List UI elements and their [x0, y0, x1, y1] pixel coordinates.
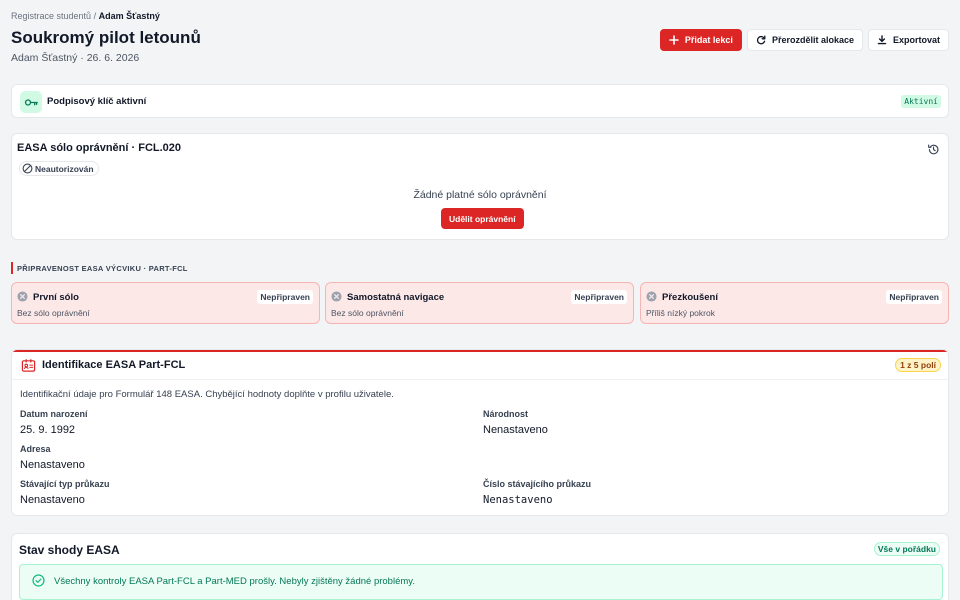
- identification-description: Identifikační údaje pro Formulář 148 EAS…: [20, 389, 394, 400]
- check-circle-icon: [32, 574, 45, 587]
- identification-header: Identifikace EASA Part-FCL 1 z 5 polí: [12, 352, 948, 380]
- fields-count-badge: 1 z 5 polí: [895, 358, 941, 372]
- download-icon: [877, 35, 887, 45]
- address-label: Adresa: [20, 444, 51, 454]
- page-title: Soukromý pilot letounů: [11, 28, 201, 47]
- page-subtitle: Adam Šťastný · 26. 6. 2026: [11, 52, 140, 64]
- readiness-card-first-solo: První sólo Nepřipraven Bez sólo oprávněn…: [11, 282, 320, 324]
- readiness-badge: Nepřipraven: [571, 290, 627, 304]
- license-number-value: Nenastaveno: [483, 494, 553, 506]
- header-actions: Přidat lekci Přerozdělit alokace Exporto…: [659, 29, 949, 51]
- history-icon[interactable]: [927, 143, 940, 156]
- address-value: Nenastaveno: [20, 459, 85, 471]
- export-button[interactable]: Exportovat: [867, 29, 949, 51]
- compliance-status-badge: Vše v pořádku: [873, 542, 940, 556]
- x-circle-icon: [17, 291, 28, 302]
- section-accent-bar: [11, 262, 13, 274]
- readiness-card-navigation: Samostatná navigace Nepřipraven Bez sólo…: [325, 282, 634, 324]
- breadcrumb: Registrace studentů / Adam Šťastný: [11, 11, 160, 21]
- authorization-status: Neautorizován: [35, 163, 94, 174]
- breadcrumb-root[interactable]: Registrace studentů: [11, 11, 91, 21]
- compliance-title: Stav shody EASA: [19, 543, 120, 557]
- signing-key-label: Podpisový klíč aktivní: [47, 96, 147, 107]
- identification-title: Identifikace EASA Part-FCL: [42, 359, 186, 371]
- solo-empty-message: Žádné platné sólo oprávnění: [413, 189, 547, 201]
- readiness-badge: Nepřipraven: [886, 290, 942, 304]
- x-circle-icon: [331, 291, 342, 302]
- reallocate-label: Přerozdělit alokace: [771, 35, 854, 45]
- compliance-alert: Všechny kontroly EASA Part-FCL a Part-ME…: [19, 564, 943, 600]
- page: Registrace studentů / Adam Šťastný Soukr…: [0, 0, 960, 600]
- readiness-detail: Příliš nízký pokrok: [646, 308, 715, 318]
- readiness-card-exam: Přezkoušení Nepřipraven Příliš nízký pok…: [640, 282, 949, 324]
- plus-icon: [669, 35, 679, 45]
- reallocate-button[interactable]: Přerozdělit alokace: [746, 29, 863, 51]
- compliance-card: Stav shody EASA Vše v pořádku Všechny ko…: [11, 533, 949, 600]
- breadcrumb-current: Adam Šťastný: [98, 11, 160, 21]
- readiness-section-label: PŘIPRAVENOST EASA VÝCVIKU · PART-FCL: [17, 264, 188, 273]
- signing-key-card: Podpisový klíč aktivní Aktivní: [11, 84, 949, 118]
- dob-value: 25. 9. 1992: [20, 424, 76, 436]
- readiness-detail: Bez sólo oprávnění: [331, 308, 404, 318]
- status-badge: Aktivní: [901, 95, 941, 108]
- nationality-label: Národnost: [483, 409, 528, 419]
- identification-card: Identifikace EASA Part-FCL 1 z 5 polí Id…: [11, 349, 949, 516]
- grant-authorization-button[interactable]: Udělit oprávnění: [441, 208, 524, 229]
- readiness-detail: Bez sólo oprávnění: [17, 308, 90, 318]
- license-number-label: Číslo stávajícího průkazu: [483, 479, 592, 489]
- x-circle-icon: [646, 291, 657, 302]
- readiness-title: Přezkoušení: [662, 292, 718, 303]
- export-label: Exportovat: [892, 35, 940, 45]
- id-card-icon: [21, 359, 36, 372]
- key-icon: [20, 91, 42, 113]
- readiness-title: První sólo: [33, 292, 79, 303]
- readiness-badge: Nepřipraven: [257, 290, 313, 304]
- add-lesson-label: Přidat lekci: [684, 35, 733, 45]
- dob-label: Datum narození: [20, 409, 88, 419]
- authorization-status-chip: Neautorizován: [19, 161, 99, 176]
- license-type-value: Nenastaveno: [20, 494, 85, 506]
- nationality-value: Nenastaveno: [483, 424, 548, 436]
- compliance-message: Všechny kontroly EASA Part-FCL a Part-ME…: [54, 576, 415, 587]
- solo-authorization-card: EASA sólo oprávnění · FCL.020 Neautorizo…: [11, 133, 949, 240]
- ban-icon: [22, 163, 33, 174]
- solo-title: EASA sólo oprávnění · FCL.020: [17, 142, 182, 154]
- refresh-icon: [756, 35, 766, 45]
- breadcrumb-separator: /: [93, 11, 97, 21]
- license-type-label: Stávající typ průkazu: [20, 479, 110, 489]
- add-lesson-button[interactable]: Přidat lekci: [659, 29, 742, 51]
- readiness-title: Samostatná navigace: [347, 292, 445, 303]
